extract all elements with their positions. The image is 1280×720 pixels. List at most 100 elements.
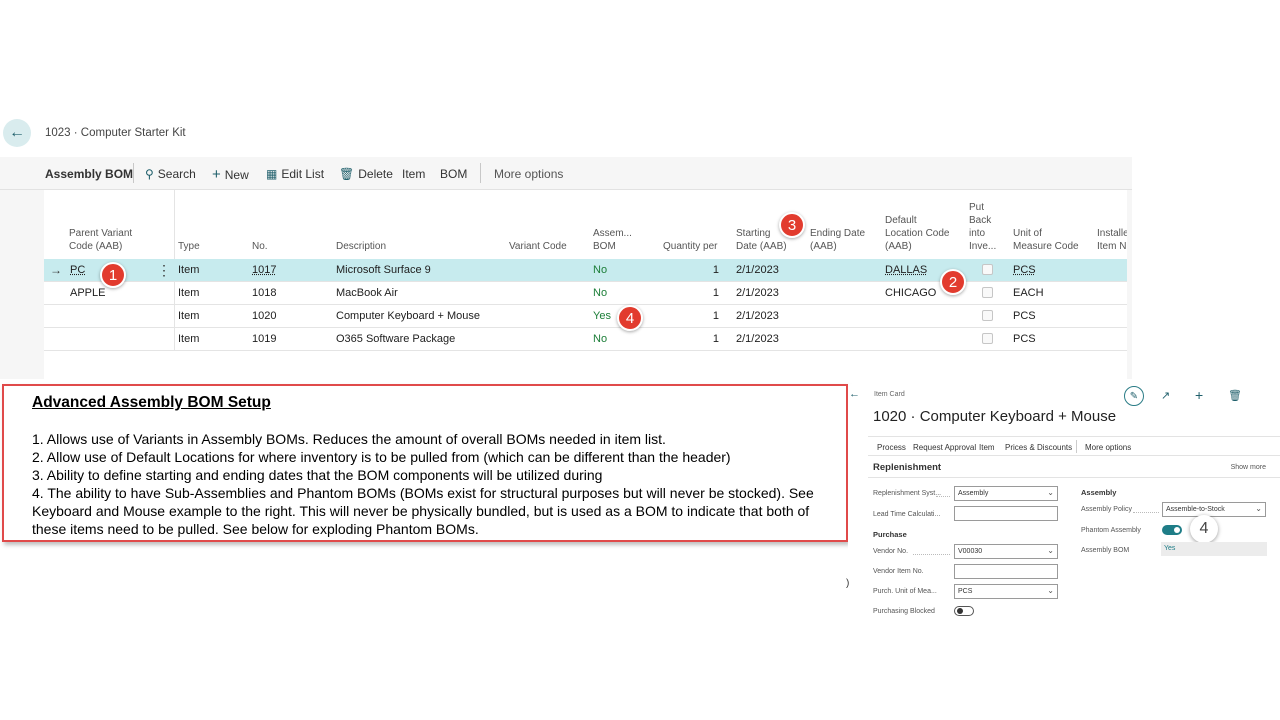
new-label: New bbox=[224, 167, 249, 182]
cell-description[interactable]: Computer Keyboard + Mouse bbox=[336, 310, 480, 322]
cell-assembly-bom[interactable]: Yes bbox=[593, 310, 611, 322]
assembly-subheading: Assembly bbox=[1081, 488, 1117, 497]
header-text: into bbox=[969, 228, 986, 239]
plus-icon[interactable]: + bbox=[1195, 387, 1203, 403]
annotation-badge-4: 4 bbox=[617, 305, 643, 331]
header-default-location[interactable]: Default Location Code (AAB) bbox=[885, 214, 950, 253]
cell-no[interactable]: 1017 bbox=[252, 264, 276, 276]
replenishment-section-title[interactable]: Replenishment bbox=[873, 462, 941, 473]
cell-quantity-per[interactable]: 1 bbox=[684, 333, 719, 345]
vendor-item-no-input[interactable] bbox=[954, 564, 1058, 579]
cell-quantity-per[interactable]: 1 bbox=[684, 310, 719, 322]
trash-icon[interactable]: 🗑 bbox=[1228, 389, 1242, 402]
purchasing-blocked-label: Purchasing Blocked bbox=[873, 608, 935, 615]
put-back-checkbox[interactable] bbox=[982, 310, 993, 321]
chevron-down-icon: ⌄ bbox=[1047, 586, 1054, 595]
back-button[interactable]: ← bbox=[3, 119, 31, 147]
cell-no[interactable]: 1020 bbox=[252, 310, 276, 322]
assembly-policy-select[interactable]: Assemble-to-Stock ⌄ bbox=[1162, 502, 1266, 517]
annotation-badge-1: 1 bbox=[100, 262, 126, 288]
cell-starting-date[interactable]: 2/1/2023 bbox=[736, 310, 779, 322]
cell-type[interactable]: Item bbox=[178, 287, 199, 299]
header-unit-of-measure[interactable]: Unit of Measure Code bbox=[1013, 227, 1079, 253]
header-starting-date[interactable]: Starting Date (AAB) bbox=[736, 227, 787, 253]
header-quantity-per[interactable]: Quantity per bbox=[663, 240, 717, 253]
cell-assembly-bom[interactable]: No bbox=[593, 287, 607, 299]
chevron-down-icon: ⌄ bbox=[1047, 546, 1054, 555]
cell-description[interactable]: O365 Software Package bbox=[336, 333, 455, 345]
cell-unit-of-measure[interactable]: PCS bbox=[1013, 310, 1036, 322]
item-menu[interactable]: Item bbox=[979, 443, 995, 452]
cell-unit-of-measure[interactable]: PCS bbox=[1013, 264, 1036, 276]
vendor-item-no-label: Vendor Item No. bbox=[873, 568, 924, 575]
cell-no[interactable]: 1019 bbox=[252, 333, 276, 345]
cell-parent-variant[interactable]: APPLE bbox=[70, 287, 105, 299]
cell-no[interactable]: 1018 bbox=[252, 287, 276, 299]
header-put-back-into-inventory[interactable]: Put Back into Inve... bbox=[969, 201, 996, 253]
header-text: Ending Date bbox=[810, 228, 866, 239]
cell-starting-date[interactable]: 2/1/2023 bbox=[736, 287, 779, 299]
table-row[interactable]: Item 1019 O365 Software Package No 1 2/1… bbox=[44, 328, 1127, 351]
header-assembly-bom[interactable]: Assem... BOM bbox=[593, 227, 632, 253]
cell-starting-date[interactable]: 2/1/2023 bbox=[736, 333, 779, 345]
put-back-checkbox[interactable] bbox=[982, 287, 993, 298]
cell-default-location[interactable]: CHICAGO bbox=[885, 287, 936, 299]
header-parent-variant[interactable]: Parent Variant Code (AAB) bbox=[69, 227, 132, 253]
cell-description[interactable]: MacBook Air bbox=[336, 287, 398, 299]
cell-type[interactable]: Item bbox=[178, 310, 199, 322]
cell-assembly-bom[interactable]: No bbox=[593, 264, 607, 276]
purch-unit-of-measure-value: PCS bbox=[958, 588, 973, 595]
header-installed-item[interactable]: Installe Item N bbox=[1097, 227, 1127, 253]
cell-type[interactable]: Item bbox=[178, 264, 199, 276]
cell-quantity-per[interactable]: 1 bbox=[684, 287, 719, 299]
divider bbox=[133, 163, 134, 183]
row-actions-icon[interactable]: ⋮ bbox=[157, 262, 171, 279]
search-button[interactable]: ⚲ Search bbox=[145, 167, 196, 181]
process-menu[interactable]: Process bbox=[877, 443, 906, 452]
cell-parent-variant[interactable]: PC bbox=[70, 264, 85, 276]
lead-time-input[interactable] bbox=[954, 506, 1058, 521]
show-more-link[interactable]: Show more bbox=[1231, 464, 1266, 471]
delete-button[interactable]: 🗑 Delete bbox=[339, 167, 393, 181]
put-back-checkbox[interactable] bbox=[982, 333, 993, 344]
bom-menu[interactable]: BOM bbox=[440, 167, 467, 181]
phantom-assembly-toggle[interactable] bbox=[1162, 525, 1182, 535]
share-icon[interactable]: ↗ bbox=[1161, 389, 1170, 402]
header-text: Item N bbox=[1097, 241, 1127, 252]
request-approval-menu[interactable]: Request Approval bbox=[913, 443, 976, 452]
cell-quantity-per[interactable]: 1 bbox=[684, 264, 719, 276]
assembly-bom-tab[interactable]: Assembly BOM bbox=[45, 167, 133, 181]
header-text: Measure Code bbox=[1013, 241, 1079, 252]
callout-point-4: 4. The ability to have Sub-Assemblies an… bbox=[32, 485, 814, 537]
header-ending-date[interactable]: Ending Date (AAB) bbox=[810, 227, 865, 253]
table-row[interactable]: Item 1020 Computer Keyboard + Mouse Yes … bbox=[44, 305, 1127, 328]
item-menu[interactable]: Item bbox=[402, 167, 425, 181]
annotation-badge-4-card: 4 bbox=[1190, 515, 1218, 543]
edit-list-button[interactable]: ▦ Edit List bbox=[266, 167, 324, 181]
vendor-no-select[interactable]: V00030 ⌄ bbox=[954, 544, 1058, 559]
back-arrow-icon[interactable]: ← bbox=[849, 388, 860, 400]
cell-type[interactable]: Item bbox=[178, 333, 199, 345]
cell-starting-date[interactable]: 2/1/2023 bbox=[736, 264, 779, 276]
cell-default-location[interactable]: DALLAS bbox=[885, 264, 927, 276]
cell-assembly-bom[interactable]: No bbox=[593, 333, 607, 345]
assembly-bom-value[interactable]: Yes bbox=[1161, 542, 1267, 556]
purchasing-blocked-toggle[interactable] bbox=[954, 606, 974, 616]
header-description[interactable]: Description bbox=[336, 240, 386, 253]
header-type[interactable]: Type bbox=[178, 240, 200, 253]
header-variant-code[interactable]: Variant Code bbox=[509, 240, 567, 253]
replenishment-system-select[interactable]: Assembly ⌄ bbox=[954, 486, 1058, 501]
cell-unit-of-measure[interactable]: PCS bbox=[1013, 333, 1036, 345]
header-no[interactable]: No. bbox=[252, 240, 268, 253]
more-options-button[interactable]: More options bbox=[1085, 443, 1131, 452]
new-button[interactable]: + New bbox=[212, 167, 249, 182]
more-options-button[interactable]: More options bbox=[494, 167, 563, 181]
cell-unit-of-measure[interactable]: EACH bbox=[1013, 287, 1044, 299]
plus-icon: + bbox=[212, 166, 221, 183]
prices-discounts-menu[interactable]: Prices & Discounts bbox=[1005, 443, 1072, 452]
purch-unit-of-measure-select[interactable]: PCS ⌄ bbox=[954, 584, 1058, 599]
cell-description[interactable]: Microsoft Surface 9 bbox=[336, 264, 431, 276]
put-back-checkbox[interactable] bbox=[982, 264, 993, 275]
edit-pencil-icon[interactable]: ✎ bbox=[1124, 386, 1144, 406]
header-text: Parent Variant bbox=[69, 228, 133, 239]
